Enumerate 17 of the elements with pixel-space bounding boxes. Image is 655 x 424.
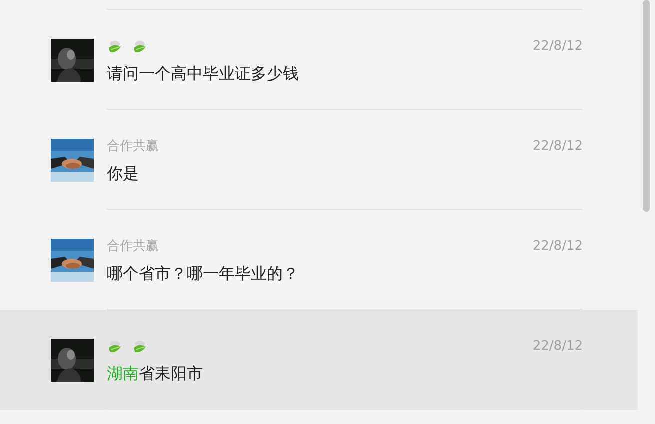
message-text: 省耒阳市 xyxy=(139,363,203,385)
message-date: 22/8/12 xyxy=(532,338,583,356)
sender-name: 合作共赢 xyxy=(107,138,159,156)
sender-name: 合作共赢 xyxy=(107,238,159,256)
leaf-icon xyxy=(132,339,148,355)
highlighted-text: 湖南 xyxy=(107,363,139,385)
message-text: 请问一个高中毕业证多少钱 xyxy=(107,63,299,85)
message-text: 哪个省市？哪一年毕业的？ xyxy=(107,263,299,285)
leaf-icon xyxy=(107,339,123,355)
message-text: 你是 xyxy=(107,163,139,185)
conversation-item[interactable]: 22/8/12 湖南省耒阳市 xyxy=(0,310,638,410)
leaf-icon xyxy=(132,39,148,55)
message-date: 22/8/12 xyxy=(532,238,583,256)
message-date: 22/8/12 xyxy=(532,138,583,156)
leaf-icon xyxy=(107,39,123,55)
message-date: 22/8/12 xyxy=(532,38,583,56)
scrollbar-thumb[interactable] xyxy=(643,0,650,212)
